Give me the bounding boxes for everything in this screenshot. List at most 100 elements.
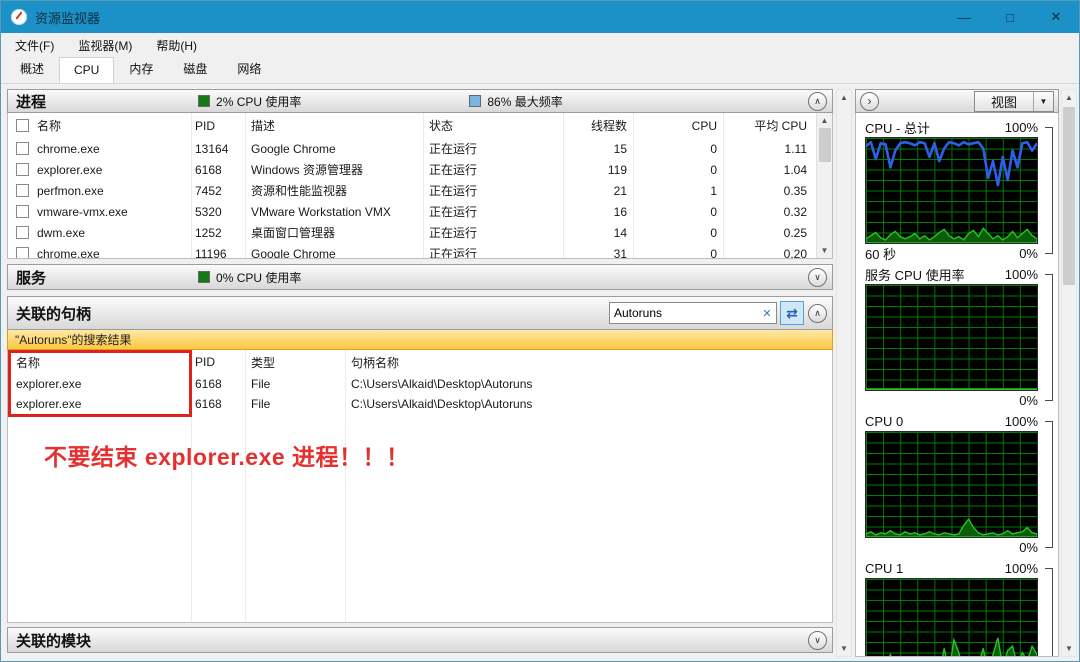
handle-process-name: explorer.exe bbox=[8, 397, 191, 411]
graph-title: 服务 CPU 使用率 bbox=[865, 265, 965, 284]
process-avg-cpu: 0.35 bbox=[723, 184, 813, 198]
right-pane-scrollbar[interactable]: ▲ ▼ bbox=[1061, 89, 1077, 657]
process-status: 正在运行 bbox=[423, 245, 563, 259]
scroll-up-icon[interactable]: ▲ bbox=[1062, 90, 1076, 105]
process-row[interactable]: chrome.exe 13164 Google Chrome 正在运行 15 0… bbox=[8, 138, 832, 159]
tab-disk[interactable]: 磁盘 bbox=[168, 54, 222, 83]
close-icon[interactable]: ✕ bbox=[1033, 1, 1079, 33]
handle-type: File bbox=[245, 397, 345, 411]
process-cpu: 1 bbox=[633, 184, 723, 198]
processes-collapse-button[interactable]: ∧ bbox=[808, 92, 827, 111]
handle-row[interactable]: explorer.exe 6168 File C:\Users\Alkaid\D… bbox=[8, 374, 832, 394]
scroll-up-icon[interactable]: ▲ bbox=[818, 113, 832, 128]
process-desc: VMware Workstation VMX bbox=[245, 205, 423, 219]
menu-file[interactable]: 文件(F) bbox=[15, 37, 54, 54]
row-checkbox[interactable] bbox=[16, 163, 29, 176]
handles-title: 关联的句柄 bbox=[16, 303, 91, 324]
row-checkbox[interactable] bbox=[16, 205, 29, 218]
handle-row[interactable]: explorer.exe 6168 File C:\Users\Alkaid\D… bbox=[8, 394, 832, 414]
graph-cpu-total: CPU - 总计 100% 60 秒 0% bbox=[865, 118, 1058, 262]
tab-network[interactable]: 网络 bbox=[222, 54, 276, 83]
col-handle-pid[interactable]: PID bbox=[191, 355, 245, 369]
process-row[interactable]: chrome.exe 11196 Google Chrome 正在运行 31 0… bbox=[8, 243, 832, 259]
maximize-icon[interactable]: □ bbox=[987, 1, 1033, 33]
col-status[interactable]: 状态 bbox=[423, 117, 563, 134]
process-avg-cpu: 0.32 bbox=[723, 205, 813, 219]
processes-section-header: 进程 2% CPU 使用率 86% 最大频率 ∧ bbox=[7, 89, 833, 113]
left-pane-scrollbar[interactable]: ▲ ▼ bbox=[836, 89, 852, 657]
process-threads: 21 bbox=[563, 184, 633, 198]
process-row[interactable]: vmware-vmx.exe 5320 VMware Workstation V… bbox=[8, 201, 832, 222]
process-pid: 11196 bbox=[191, 247, 245, 260]
process-cpu: 0 bbox=[633, 226, 723, 240]
graph-title: CPU - 总计 bbox=[865, 118, 930, 137]
scrollbar-thumb[interactable] bbox=[819, 128, 831, 162]
graph-bracket bbox=[1045, 568, 1053, 657]
search-result-banner: "Autoruns"的搜索结果 bbox=[7, 330, 833, 350]
services-expand-button[interactable]: ∨ bbox=[808, 268, 827, 287]
handles-collapse-button[interactable]: ∧ bbox=[808, 304, 827, 323]
services-cpu-swatch-icon bbox=[198, 271, 210, 283]
left-pane: 进程 2% CPU 使用率 86% 最大频率 ∧ 名 bbox=[7, 89, 833, 661]
minimize-icon[interactable]: — bbox=[941, 1, 987, 33]
process-name: explorer.exe bbox=[37, 163, 102, 177]
services-cpu-usage-label: 0% CPU 使用率 bbox=[216, 269, 301, 286]
col-handle-name[interactable]: 名称 bbox=[8, 354, 191, 371]
col-avg-cpu[interactable]: 平均 CPU bbox=[723, 117, 813, 134]
process-row[interactable]: explorer.exe 6168 Windows 资源管理器 正在运行 119… bbox=[8, 159, 832, 180]
handles-search-input[interactable] bbox=[610, 306, 758, 320]
graph-max-label: 100% bbox=[1005, 561, 1038, 576]
col-cpu[interactable]: CPU bbox=[633, 119, 723, 133]
graph-min-label: 0% bbox=[1019, 540, 1038, 555]
modules-expand-button[interactable]: ∨ bbox=[808, 631, 827, 650]
row-checkbox[interactable] bbox=[16, 226, 29, 239]
scroll-down-icon[interactable]: ▼ bbox=[1062, 641, 1076, 656]
tab-cpu[interactable]: CPU bbox=[59, 57, 114, 83]
col-desc[interactable]: 描述 bbox=[245, 117, 423, 134]
handle-path: C:\Users\Alkaid\Desktop\Autoruns bbox=[345, 397, 832, 411]
views-toolbar: › 视图 ▼ bbox=[855, 89, 1059, 113]
scrollbar-thumb[interactable] bbox=[1063, 107, 1075, 285]
col-threads[interactable]: 线程数 bbox=[563, 117, 633, 134]
col-handle-type[interactable]: 类型 bbox=[245, 354, 345, 371]
search-handles-button[interactable]: ⇄ bbox=[780, 301, 804, 325]
menu-help[interactable]: 帮助(H) bbox=[156, 37, 197, 54]
views-dropdown-arrow[interactable]: ▼ bbox=[1033, 92, 1053, 111]
dropdown-icon: ▼ bbox=[1040, 97, 1048, 106]
tab-overview[interactable]: 概述 bbox=[5, 54, 59, 83]
process-desc: Google Chrome bbox=[245, 247, 423, 260]
max-frequency-label: 86% 最大频率 bbox=[487, 93, 562, 110]
views-button-label[interactable]: 视图 bbox=[975, 92, 1033, 111]
warning-annotation: 不要结束 explorer.exe 进程！！！ bbox=[44, 438, 410, 472]
process-row[interactable]: perfmon.exe 7452 资源和性能监视器 正在运行 21 1 0.35 bbox=[8, 180, 832, 201]
process-table-scrollbar[interactable]: ▲ ▼ bbox=[816, 113, 832, 258]
graph-max-label: 100% bbox=[1005, 267, 1038, 282]
row-checkbox[interactable] bbox=[16, 247, 29, 259]
process-name: vmware-vmx.exe bbox=[37, 205, 128, 219]
tab-memory[interactable]: 内存 bbox=[114, 54, 168, 83]
process-name: perfmon.exe bbox=[37, 184, 104, 198]
col-handle-path[interactable]: 句柄名称 bbox=[345, 354, 832, 371]
process-pid: 6168 bbox=[191, 163, 245, 177]
process-desc: Google Chrome bbox=[245, 142, 423, 156]
scroll-up-icon[interactable]: ▲ bbox=[837, 90, 851, 105]
views-button[interactable]: 视图 ▼ bbox=[974, 91, 1054, 112]
col-pid[interactable]: PID bbox=[191, 119, 245, 133]
handles-section-header: 关联的句柄 ✕ ⇄ ∧ bbox=[7, 296, 833, 330]
scroll-down-icon[interactable]: ▼ bbox=[818, 243, 832, 258]
process-avg-cpu: 0.25 bbox=[723, 226, 813, 240]
row-checkbox[interactable] bbox=[16, 184, 29, 197]
menu-monitor[interactable]: 监视器(M) bbox=[78, 37, 132, 54]
search-clear-icon[interactable]: ✕ bbox=[758, 307, 776, 320]
process-desc: 桌面窗口管理器 bbox=[245, 224, 423, 241]
graph-bracket bbox=[1045, 127, 1053, 254]
scroll-down-icon[interactable]: ▼ bbox=[837, 641, 851, 656]
process-row[interactable]: dwm.exe 1252 桌面窗口管理器 正在运行 14 0 0.25 bbox=[8, 222, 832, 243]
collapse-panel-button[interactable]: › bbox=[860, 92, 879, 111]
select-all-checkbox[interactable] bbox=[16, 119, 29, 132]
graph-max-label: 100% bbox=[1005, 120, 1038, 135]
row-checkbox[interactable] bbox=[16, 142, 29, 155]
search-result-text: "Autoruns"的搜索结果 bbox=[15, 331, 132, 348]
process-pid: 5320 bbox=[191, 205, 245, 219]
col-name[interactable]: 名称 bbox=[37, 117, 61, 134]
